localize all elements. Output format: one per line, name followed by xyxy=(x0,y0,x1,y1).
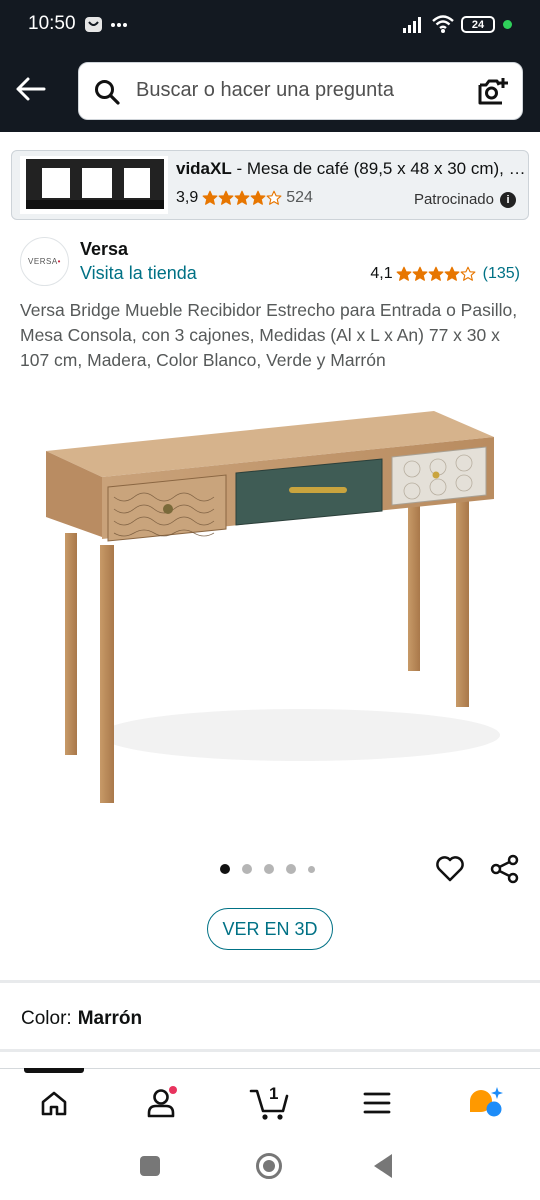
wifi-icon xyxy=(432,15,454,33)
heart-icon[interactable] xyxy=(434,853,466,885)
nav-rufus[interactable] xyxy=(466,1083,506,1123)
ad-stars xyxy=(202,190,282,206)
account-icon xyxy=(147,1086,177,1118)
star-icon xyxy=(266,190,282,205)
visit-store-link[interactable]: Visita la tienda xyxy=(80,263,197,284)
ad-rating: 3,9 524 xyxy=(176,189,313,207)
view-in-3d-button[interactable]: VER EN 3D xyxy=(207,908,333,950)
star-icon xyxy=(412,266,428,281)
product-image[interactable] xyxy=(40,405,500,815)
product-stars xyxy=(396,266,476,282)
notification-icon xyxy=(85,17,102,32)
ad-title[interactable]: vidaXL - Mesa de café (89,5 x 48 x 30 cm… xyxy=(176,159,526,179)
sponsored-ad-banner[interactable]: vidaXL - Mesa de café (89,5 x 48 x 30 cm… xyxy=(11,150,529,220)
product-review-count[interactable]: (135) xyxy=(483,265,520,283)
recent-apps-icon[interactable] xyxy=(140,1156,160,1176)
bottom-nav: 1 xyxy=(0,1068,540,1136)
ad-title-text: - Mesa de café (89,5 x 48 x 30 cm), col.… xyxy=(231,159,526,178)
image-carousel-dots[interactable] xyxy=(220,864,315,874)
star-icon xyxy=(218,190,234,205)
star-icon xyxy=(444,266,460,281)
share-icon[interactable] xyxy=(489,853,521,885)
menu-icon xyxy=(363,1092,391,1114)
search-input[interactable]: Buscar o hacer una pregunta xyxy=(136,79,394,102)
brand-logo-text: VERSA xyxy=(28,257,58,266)
home-button-icon[interactable] xyxy=(256,1153,282,1179)
battery-level: 24 xyxy=(471,18,485,31)
status-dot-icon xyxy=(503,20,512,29)
color-value: Marrón xyxy=(77,1008,143,1029)
divider xyxy=(0,1049,540,1052)
search-icon[interactable] xyxy=(93,78,121,106)
brand-logo[interactable]: VERSA • xyxy=(20,237,69,286)
ad-rating-value: 3,9 xyxy=(176,189,199,206)
battery-icon: 24 xyxy=(461,16,495,33)
nav-cart[interactable]: 1 xyxy=(248,1083,292,1123)
brand-row: VERSA • Versa Visita la tienda 4,1 (135) xyxy=(20,237,520,291)
nav-account[interactable] xyxy=(141,1083,181,1123)
carousel-dot[interactable] xyxy=(220,864,230,874)
ad-review-count: 524 xyxy=(286,189,313,206)
star-icon xyxy=(396,266,412,281)
sponsored-text: Patrocinado xyxy=(413,191,494,208)
product-title: Versa Bridge Mueble Recibidor Estrecho p… xyxy=(20,300,518,370)
search-bar[interactable]: Buscar o hacer una pregunta xyxy=(78,62,523,120)
star-icon xyxy=(250,190,266,205)
brand-name: Versa xyxy=(80,239,129,259)
sponsored-label[interactable]: Patrocinado i xyxy=(414,191,516,208)
cart-count: 1 xyxy=(269,1084,279,1103)
top-bar: Buscar o hacer una pregunta xyxy=(0,50,540,132)
carousel-dot[interactable] xyxy=(286,864,296,874)
carousel-dot[interactable] xyxy=(264,864,274,874)
camera-lens-icon[interactable] xyxy=(476,75,510,109)
product-rating-value: 4,1 xyxy=(370,265,393,282)
product-rating[interactable]: 4,1 (135) xyxy=(370,265,520,283)
color-selector[interactable]: Color: Marrón xyxy=(21,1008,142,1030)
star-icon xyxy=(460,266,476,281)
rufus-icon xyxy=(470,1087,503,1117)
status-bar: 10:50 24 xyxy=(0,0,540,50)
ad-product-thumbnail xyxy=(20,156,168,214)
signal-icon xyxy=(403,17,421,33)
nav-home[interactable] xyxy=(34,1083,74,1123)
carousel-dot[interactable] xyxy=(308,865,315,873)
system-nav-bar xyxy=(0,1136,540,1200)
more-dots-icon xyxy=(111,23,127,27)
back-arrow-icon[interactable] xyxy=(12,70,50,108)
carousel-dot[interactable] xyxy=(242,864,252,874)
color-label: Color: xyxy=(21,1008,72,1029)
divider xyxy=(0,980,540,983)
active-tab-indicator xyxy=(24,1068,84,1073)
info-icon[interactable]: i xyxy=(500,191,516,208)
back-triangle-icon[interactable] xyxy=(374,1154,392,1178)
ad-brand: vidaXL xyxy=(176,159,232,178)
nav-menu[interactable] xyxy=(357,1083,397,1123)
home-icon xyxy=(41,1091,67,1116)
star-icon xyxy=(234,190,250,205)
star-icon xyxy=(428,266,444,281)
star-icon xyxy=(202,190,218,205)
status-time: 10:50 xyxy=(28,13,76,34)
